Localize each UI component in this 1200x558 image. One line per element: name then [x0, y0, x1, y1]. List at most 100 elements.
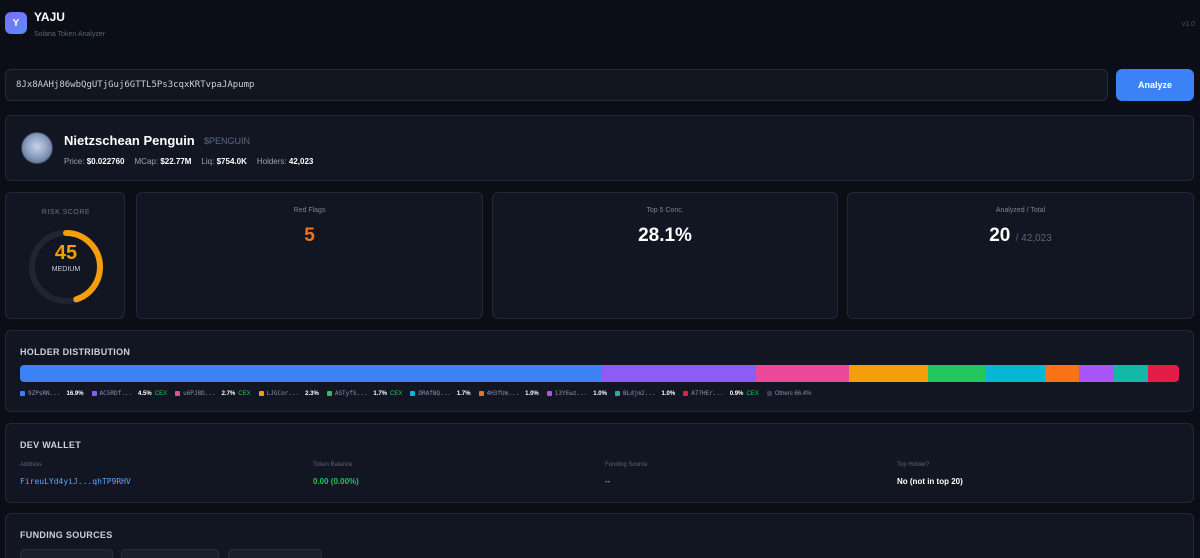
- token-info-card: Nietzschean Penguin $PENGUIN Price: $0.0…: [5, 115, 1194, 181]
- dev-wallet-card: DEV WALLET Address FireuLYd4yiJ...qhTP9R…: [5, 423, 1194, 503]
- dev-top-holder-value: No (not in top 20): [897, 477, 963, 486]
- legend-swatch: [91, 391, 97, 396]
- top5-card: Top 5 Conc. 28.1%: [492, 192, 838, 319]
- dev-top-holder-label: Top Holder?: [897, 462, 930, 468]
- distribution-legend: 9ZPsRN... 16.9% AC5RDf... 4.5% CEX u6PJ8D... 2…: [20, 390, 819, 397]
- legend-swatch: [258, 391, 264, 396]
- legend-item: ASTyfS... 1.7% CEX: [326, 390, 402, 397]
- legend-holder-name: ASTyfS...: [334, 390, 368, 397]
- legend-holder-pct: 1.0%: [593, 390, 607, 397]
- mcap-stat: MCap: $22.77M: [134, 157, 192, 166]
- legend-holder-name: AC5RDf...: [99, 390, 133, 397]
- legend-holder-pct: 2.3%: [305, 390, 319, 397]
- legend-others: Others 66.4%: [766, 390, 811, 397]
- risk-score-card: RISK SCORE 45 MEDIUM: [5, 192, 125, 319]
- legend-item: DRAfBQ... 1.7%: [410, 390, 471, 397]
- distribution-segment: [20, 365, 602, 382]
- distribution-segment: [1148, 365, 1179, 382]
- dev-balance-value: 0.00 (0.00%): [313, 477, 359, 486]
- dev-funding-col: Funding Source --: [605, 462, 647, 486]
- top5-value: 28.1%: [638, 225, 692, 246]
- token-address-input[interactable]: 8Jx8AAHj86wbQgUTjGuj6GTTL5Ps3cqxKRTvpaJA…: [5, 69, 1108, 101]
- legend-holder-pct: 4.5%: [138, 390, 152, 397]
- legend-holder-name: 9ZPsRN...: [28, 390, 61, 397]
- legend-swatch: [410, 391, 416, 396]
- legend-holder-pct: 16.9%: [66, 390, 84, 397]
- distribution-segment: [848, 365, 928, 382]
- legend-holder-name: A77HEr...: [691, 390, 724, 397]
- distribution-segment: [927, 365, 987, 382]
- liq-stat: Liq: $754.0K: [201, 157, 247, 166]
- dev-funding-label: Funding Source: [605, 462, 648, 468]
- funding-source-chip[interactable]: [20, 549, 113, 558]
- red-flags-value: 5: [304, 225, 315, 246]
- legend-swatch: [326, 391, 332, 396]
- distribution-segment: [1044, 365, 1080, 382]
- distribution-segment: [1079, 365, 1114, 382]
- dev-funding-value: --: [605, 477, 611, 486]
- legend-swatch: [766, 391, 772, 396]
- legend-holder-name: DRAfBQ...: [418, 390, 451, 397]
- distribution-segment: [1113, 365, 1149, 382]
- cex-badge: CEX: [238, 390, 251, 397]
- legend-swatch: [546, 391, 552, 396]
- funding-sources-title: FUNDING SOURCES: [20, 530, 113, 540]
- app-logo: Y: [5, 12, 27, 34]
- legend-swatch: [175, 391, 181, 396]
- analyze-button[interactable]: Analyze: [1116, 69, 1194, 101]
- legend-holder-name: BLdjm2...: [622, 390, 656, 397]
- token-symbol: $PENGUIN: [204, 136, 251, 146]
- legend-holder-pct: 0.9%: [729, 390, 744, 397]
- legend-item: LJGCor... 2.3%: [258, 390, 319, 397]
- analyzed-label: Analyzed / Total: [995, 207, 1046, 214]
- token-stats: Price: $0.022760 MCap: $22.77M Liq: $754…: [64, 157, 313, 166]
- legend-holder-pct: 1.0%: [661, 390, 676, 397]
- legend-item: u6PJ8D... 2.7% CEX: [175, 390, 251, 397]
- red-flags-card: Red Flags 5: [136, 192, 483, 319]
- legend-holder-name: u6PJ8D...: [183, 390, 216, 397]
- funding-sources-card: FUNDING SOURCES: [5, 513, 1194, 558]
- app-subtitle: Solana Token Analyzer: [34, 31, 106, 38]
- risk-level: MEDIUM: [51, 266, 81, 273]
- distribution-segment: [986, 365, 1045, 382]
- dev-address-link[interactable]: FireuLYd4yiJ...qhTP9RHV: [20, 477, 131, 486]
- distribution-bar: [20, 365, 1179, 382]
- dev-balance-col: Token Balance 0.00 (0.00%): [313, 462, 359, 486]
- legend-holder-pct: 1.7%: [456, 390, 471, 397]
- holder-distribution-card: HOLDER DISTRIBUTION 9ZPsRN... 16.9% AC5RDf…: [5, 330, 1194, 412]
- funding-source-chip[interactable]: [228, 549, 322, 558]
- analyzed-value: 20 / 42,023: [989, 225, 1052, 246]
- legend-swatch: [683, 391, 689, 396]
- dev-wallet-title: DEV WALLET: [20, 440, 81, 450]
- holder-distribution-title: HOLDER DISTRIBUTION: [20, 347, 131, 357]
- legend-item: 13YEwz... 1.0%: [546, 390, 607, 397]
- cex-badge: CEX: [746, 390, 759, 397]
- legend-holder-pct: 1.7%: [373, 390, 388, 397]
- funding-source-chip[interactable]: [121, 549, 219, 558]
- legend-item: A77HEr... 0.9% CEX: [683, 390, 759, 397]
- legend-swatch: [614, 391, 620, 396]
- token-name: Nietzschean Penguin: [64, 133, 195, 148]
- dev-balance-label: Token Balance: [313, 462, 353, 468]
- legend-item: 9ZPsRN... 16.9%: [20, 390, 84, 397]
- token-avatar: [21, 132, 53, 164]
- legend-item: BLdjm2... 1.0%: [614, 390, 676, 397]
- legend-holder-name: 13YEwz...: [554, 390, 588, 397]
- app-header: Y YAJU Solana Token Analyzer v1.0: [0, 0, 1200, 56]
- legend-holder-pct: 1.0%: [525, 390, 539, 397]
- distribution-segment: [755, 365, 849, 382]
- risk-score-label: RISK SCORE: [41, 209, 91, 216]
- legend-holder-name: LJGCor...: [266, 390, 300, 397]
- analyzed-total: / 42,023: [1015, 233, 1052, 244]
- dev-top-holder-col: Top Holder? No (not in top 20): [897, 462, 963, 486]
- legend-swatch: [478, 391, 484, 396]
- risk-score-value: 45: [54, 242, 78, 264]
- dev-address-col: Address FireuLYd4yiJ...qhTP9RHV: [20, 462, 131, 486]
- app-title: YAJU: [34, 10, 65, 24]
- legend-holder-pct: 2.7%: [221, 390, 236, 397]
- dev-address-label: Address: [20, 462, 43, 468]
- top5-label: Top 5 Conc.: [646, 207, 684, 214]
- analyzed-card: Analyzed / Total 20 / 42,023: [847, 192, 1194, 319]
- legend-item: 4H3fUm... 1.0%: [478, 390, 539, 397]
- price-stat: Price: $0.022760: [64, 157, 125, 166]
